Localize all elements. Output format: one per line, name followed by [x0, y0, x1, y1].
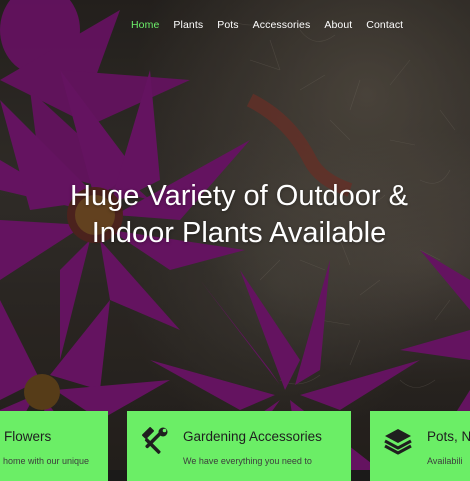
- feature-description: We have everything you need to: [183, 456, 312, 466]
- feature-title: Flowers: [4, 429, 52, 444]
- feature-card-gardening-accessories[interactable]: Gardening Accessories We have everything…: [127, 411, 351, 481]
- nav-home[interactable]: Home: [131, 19, 159, 31]
- hero-banner: Home Plants Pots Accessories About Conta…: [0, 0, 470, 470]
- nav-about[interactable]: About: [324, 19, 352, 31]
- feature-card-pots[interactable]: Pots, Ne Availabili: [370, 411, 470, 481]
- feature-description: home with our unique: [3, 456, 90, 466]
- feature-title: Pots, Ne: [427, 429, 470, 444]
- headline-line-1: Huge Variety of Outdoor &: [70, 180, 408, 212]
- nav-accessories[interactable]: Accessories: [253, 19, 311, 31]
- hero-headline: Huge Variety of Outdoor & Indoor Plants …: [0, 178, 470, 252]
- tools-icon: [139, 427, 169, 460]
- nav-plants[interactable]: Plants: [173, 19, 203, 31]
- layers-icon: [383, 427, 413, 460]
- feature-card-flowers[interactable]: Flowers home with our unique: [0, 411, 108, 481]
- main-nav: Home Plants Pots Accessories About Conta…: [131, 19, 417, 31]
- nav-contact[interactable]: Contact: [366, 19, 403, 31]
- feature-description: Availabili: [427, 456, 463, 466]
- nav-pots[interactable]: Pots: [217, 19, 238, 31]
- feature-title: Gardening Accessories: [183, 429, 322, 444]
- headline-line-2: Indoor Plants Available: [91, 217, 387, 249]
